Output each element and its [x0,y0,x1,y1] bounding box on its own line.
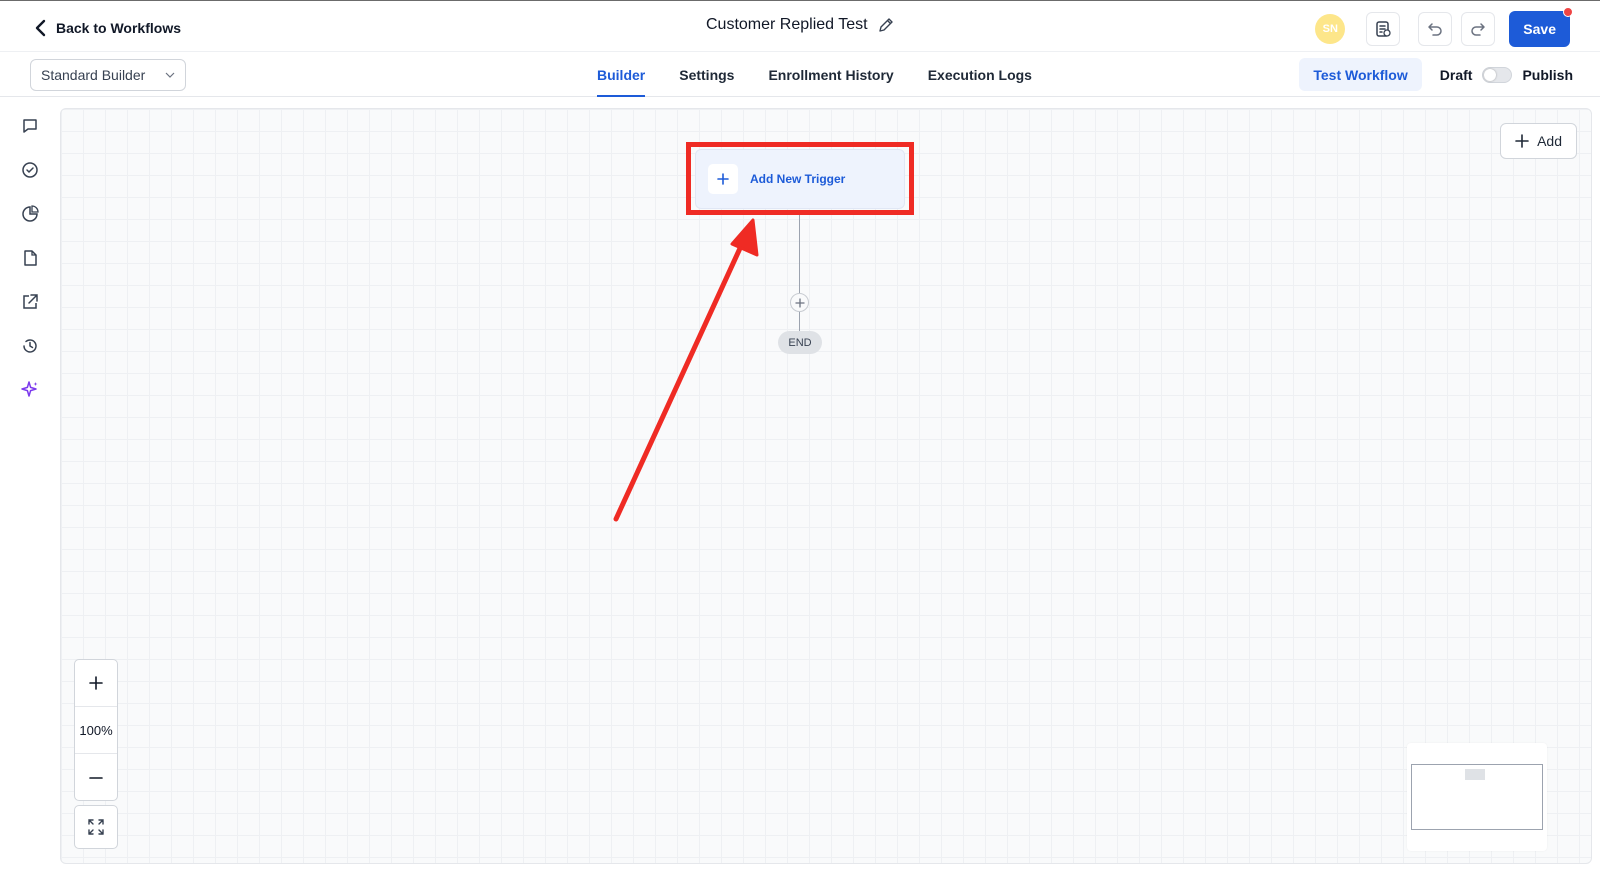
toggle-knob [1484,68,1497,81]
expand-icon [88,819,104,835]
annotation-arrow [613,218,759,522]
fit-view-button[interactable] [74,805,118,849]
chevron-left-icon [35,19,46,37]
workflow-canvas[interactable]: Add Add New Trigger END 100% [60,108,1592,864]
publish-label: Publish [1522,66,1573,83]
save-button[interactable]: Save [1509,7,1573,47]
builder-type-select[interactable]: Standard Builder [30,59,186,91]
tab-settings[interactable]: Settings [679,52,734,97]
left-icon-rail [0,97,60,885]
publish-controls: Test Workflow Draft Publish [1299,58,1573,91]
plus-icon [89,676,103,690]
tab-execution-logs[interactable]: Execution Logs [928,52,1032,97]
test-workflow-button[interactable]: Test Workflow [1299,58,1422,91]
builder-type-value: Standard Builder [41,67,146,83]
sparkle-icon[interactable] [19,379,41,401]
workflow-title: Customer Replied Test [706,16,868,33]
unsaved-indicator-dot [1563,7,1573,17]
zoom-controls: 100% [74,659,118,801]
back-label: Back to Workflows [56,20,181,36]
undo-button[interactable] [1418,12,1453,46]
clipboard-list-icon [1376,21,1391,37]
minus-icon [89,776,103,779]
draft-label: Draft [1439,66,1473,83]
check-circle-icon[interactable] [19,159,41,181]
zoom-out-button[interactable] [75,754,117,801]
tab-builder[interactable]: Builder [597,52,646,97]
file-icon[interactable] [19,247,41,269]
message-icon[interactable] [19,115,41,137]
zoom-in-button[interactable] [75,660,117,707]
tabs: Builder Settings Enrollment History Exec… [597,52,1032,97]
notes-button[interactable] [1366,12,1401,46]
builder-nav-bar: Standard Builder Builder Settings Enroll… [0,52,1600,97]
workflow-title-area: Customer Replied Test [706,16,894,34]
top-actions: SN Save [1315,7,1573,47]
redo-button[interactable] [1461,12,1496,46]
history-icon[interactable] [19,335,41,357]
minimap[interactable] [1407,743,1547,851]
undo-icon [1428,23,1443,36]
back-to-workflows-link[interactable]: Back to Workflows [34,16,181,40]
save-label: Save [1523,21,1556,37]
external-link-icon[interactable] [19,291,41,313]
minimap-node [1465,769,1485,780]
redo-icon [1471,23,1486,36]
chevron-down-icon [165,72,175,78]
publish-toggle[interactable] [1482,66,1513,83]
pie-chart-icon[interactable] [19,203,41,225]
top-bar: Back to Workflows Customer Replied Test … [0,0,1600,52]
avatar[interactable]: SN [1315,14,1346,44]
pencil-icon[interactable] [878,17,894,33]
tab-enrollment-history[interactable]: Enrollment History [768,52,893,97]
zoom-level: 100% [75,707,117,754]
